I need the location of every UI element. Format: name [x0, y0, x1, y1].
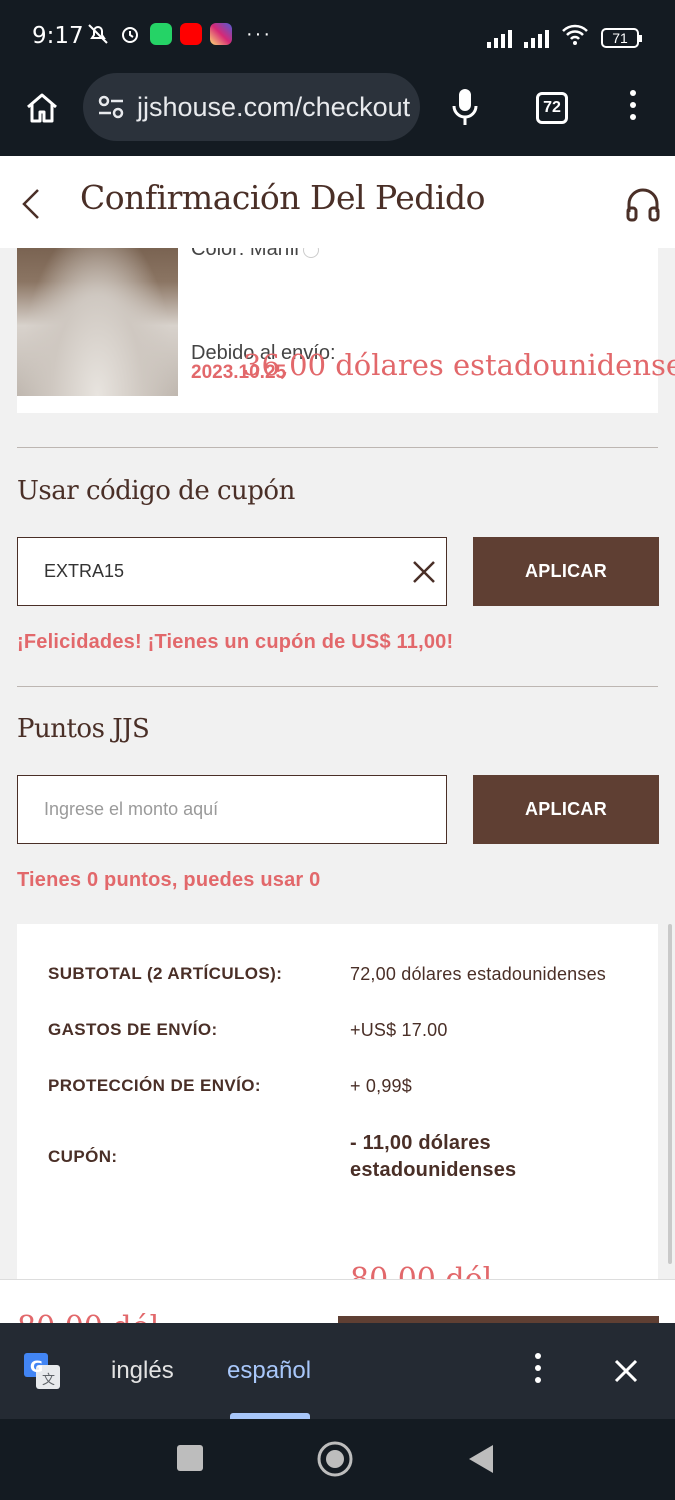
- address-bar[interactable]: jjshouse.com/checkout: [83, 73, 420, 141]
- back-triangle-icon: [469, 1445, 493, 1473]
- translate-options-button[interactable]: [531, 1353, 545, 1393]
- target-language-tab[interactable]: español: [227, 1357, 311, 1385]
- summary-value-coupon: - 11,00 dólares estadounidenses: [350, 1132, 517, 1181]
- tab-switcher-button[interactable]: 72: [536, 92, 568, 124]
- product-price: 36,00 dólares estadounidenses: [243, 348, 675, 382]
- source-language-tab[interactable]: inglés: [111, 1357, 174, 1385]
- divider: [17, 686, 658, 687]
- points-section-title: Puntos JJS: [17, 714, 150, 744]
- summary-label-subtotal: SUBTOTAL (2 ARTÍCULOS):: [48, 964, 283, 983]
- back-button[interactable]: [18, 186, 46, 222]
- points-message: Tienes 0 puntos, puedes usar 0: [17, 869, 321, 891]
- summary-value-subtotal: 72,00 dólares estadounidenses: [350, 964, 606, 984]
- wifi-icon: [561, 24, 589, 51]
- url-text: jjshouse.com/checkout: [137, 92, 411, 122]
- status-notification-icons: ···: [86, 22, 272, 46]
- clear-coupon-button[interactable]: [408, 556, 440, 588]
- close-translate-button[interactable]: [610, 1355, 642, 1387]
- divider: [17, 447, 658, 448]
- site-settings-icon[interactable]: [97, 93, 125, 121]
- home-nav-button[interactable]: [316, 1440, 354, 1478]
- headphones-icon: [626, 188, 660, 222]
- summary-label-protection: PROTECCIÓN DE ENVÍO:: [48, 1076, 261, 1095]
- system-navigation-bar: [0, 1419, 675, 1500]
- instagram-icon: [210, 23, 232, 45]
- order-summary: SUBTOTAL (2 ARTÍCULOS): 72,00 dólares es…: [17, 924, 658, 1280]
- alarm-icon: [118, 22, 142, 46]
- apply-coupon-button[interactable]: APLICAR: [473, 537, 659, 606]
- home-icon: [27, 93, 57, 123]
- product-card: Color: Marfil Debido al envío: 2023.10.2…: [17, 220, 675, 413]
- youtube-icon: [180, 23, 202, 45]
- points-input-field[interactable]: [17, 775, 447, 844]
- apply-points-button[interactable]: APLICAR: [473, 775, 659, 844]
- mute-icon: [86, 22, 110, 46]
- status-system-icons: 71: [487, 24, 642, 51]
- recent-apps-button[interactable]: [177, 1445, 203, 1471]
- summary-label-coupon: CUPÓN:: [48, 1147, 118, 1166]
- bottom-total: 80,00 dól: [17, 1310, 159, 1323]
- translate-bar: G文 inglés español: [0, 1323, 675, 1419]
- summary-value-shipping: +US$ 17.00: [350, 1020, 448, 1040]
- home-circle-icon: [317, 1441, 353, 1477]
- coupon-input[interactable]: [18, 538, 446, 605]
- signal-icon: [487, 28, 512, 48]
- scrollbar[interactable]: [668, 924, 672, 1264]
- summary-label-shipping: GASTOS DE ENVÍO:: [48, 1020, 218, 1039]
- page-title: Confirmación Del Pedido: [80, 178, 485, 217]
- status-time: 9:17: [32, 23, 84, 49]
- whatsapp-icon: [150, 23, 172, 45]
- browser-toolbar: jjshouse.com/checkout 72: [0, 70, 675, 156]
- close-icon: [413, 561, 435, 583]
- coupon-success-message: ¡Felicidades! ¡Tienes un cupón de US$ 11…: [17, 631, 454, 653]
- summary-value-protection: + 0,99$: [350, 1076, 412, 1096]
- google-translate-icon[interactable]: G文: [22, 1351, 62, 1391]
- status-bar: 9:17 ··· 71: [0, 0, 675, 70]
- more-notifications-icon: ···: [246, 22, 272, 45]
- place-order-button[interactable]: [338, 1316, 659, 1323]
- mic-icon: [452, 89, 478, 125]
- home-button[interactable]: [22, 88, 62, 128]
- checkout-bottom-bar: 80,00 dól: [0, 1279, 675, 1323]
- back-nav-button[interactable]: [465, 1441, 497, 1477]
- close-icon: [614, 1359, 638, 1383]
- coupon-section-title: Usar código de cupón: [17, 476, 295, 506]
- summary-total: 80,00 dól: [350, 1262, 493, 1280]
- voice-search-button[interactable]: [450, 86, 480, 128]
- page-header: Confirmación Del Pedido: [0, 156, 675, 248]
- signal-icon-2: [524, 28, 549, 48]
- points-input[interactable]: [18, 776, 446, 843]
- customer-support-button[interactable]: [624, 186, 662, 222]
- battery-indicator: 71: [601, 27, 642, 48]
- svg-text:文: 文: [42, 1373, 55, 1388]
- coupon-input-field[interactable]: [17, 537, 447, 606]
- chevron-left-icon: [22, 189, 39, 219]
- browser-menu-button[interactable]: [622, 90, 644, 126]
